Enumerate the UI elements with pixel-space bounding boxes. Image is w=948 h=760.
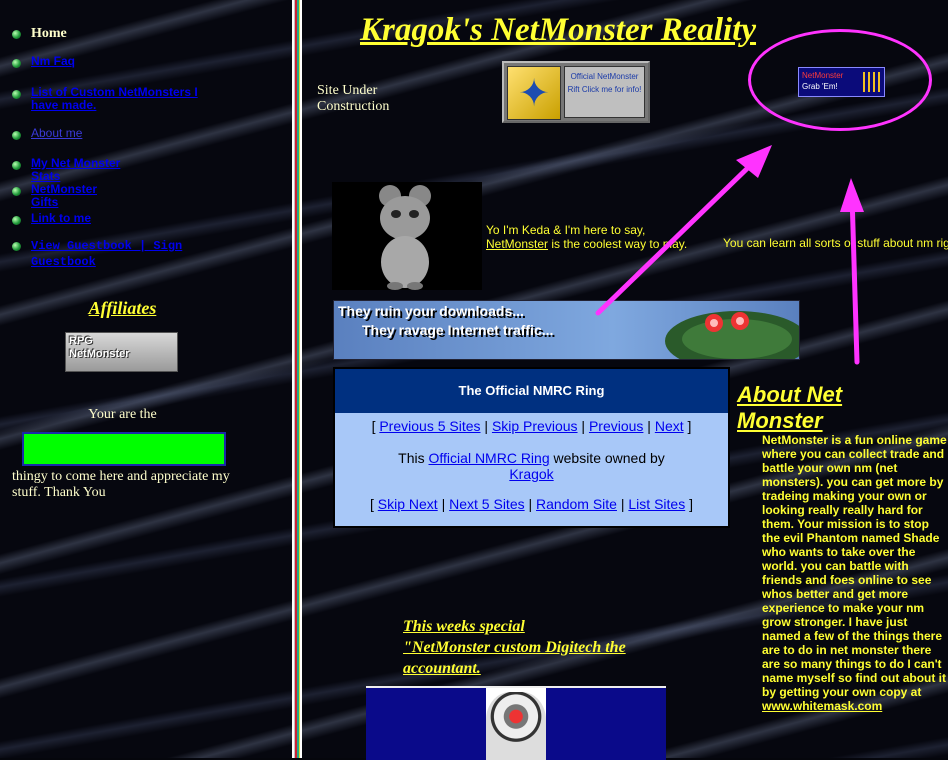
- arrow-left-line: [595, 155, 761, 316]
- arrow-right-head: [840, 178, 864, 212]
- annotation-arrows: [595, 145, 864, 365]
- arrow-right-line: [849, 192, 860, 365]
